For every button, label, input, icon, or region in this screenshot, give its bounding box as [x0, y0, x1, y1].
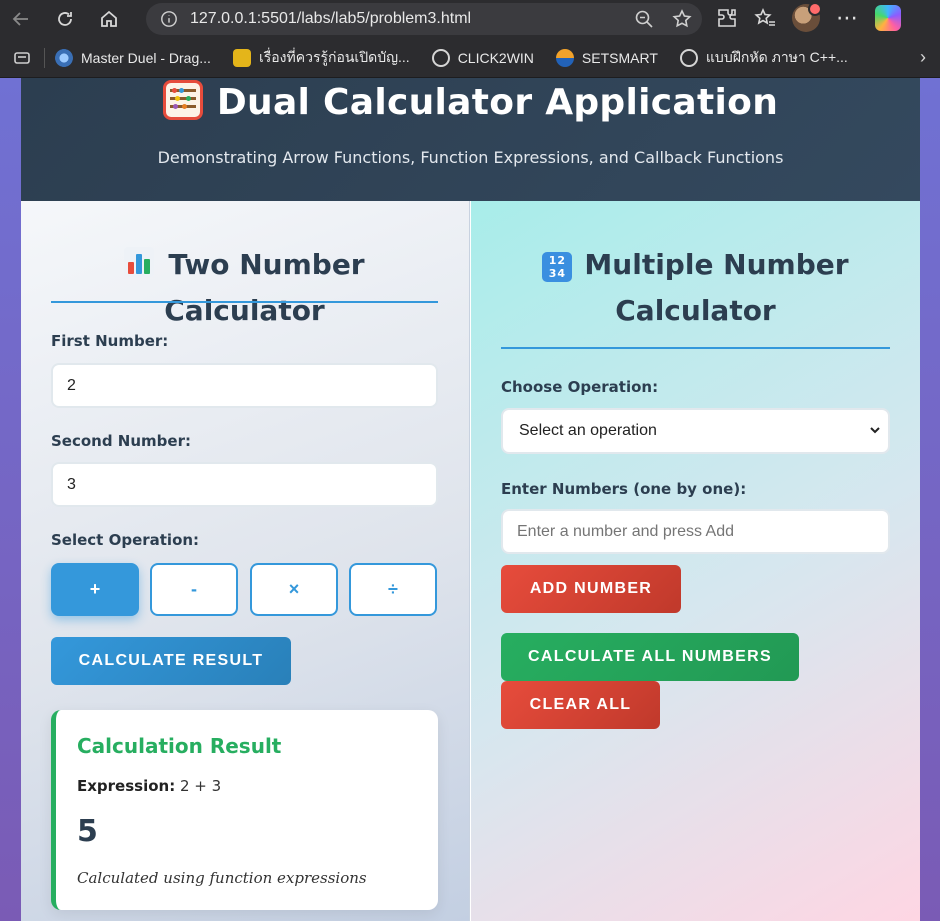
duel-favicon-icon: [55, 48, 73, 67]
page-header: Dual Calculator Application Demonstratin…: [21, 78, 920, 201]
multiple-number-title: 12 34 Multiple Number Calculator: [501, 242, 890, 334]
url-text[interactable]: 127.0.0.1:5501/labs/lab5/problem3.html: [190, 10, 471, 28]
page-title-text: Dual Calculator Application: [216, 82, 779, 123]
divide-operation-button[interactable]: ÷: [349, 563, 437, 616]
operation-select[interactable]: Select an operation: [501, 408, 890, 454]
clear-all-button[interactable]: CLEAR ALL: [501, 681, 660, 729]
multiple-title-line1: Multiple Number: [584, 248, 849, 281]
operation-select-value: Select an operation: [519, 422, 657, 439]
numbers-icon: 12 34: [542, 252, 573, 282]
result-note: Calculated using function expressions: [77, 869, 367, 887]
select-operation-label: Select Operation:: [51, 531, 200, 549]
bank-favicon-icon: [232, 48, 251, 67]
multiple-number-calculator-panel: 12 34 Multiple Number Calculator Choose Op…: [471, 201, 920, 921]
calculate-all-button[interactable]: CALCULATE ALL NUMBERS: [501, 633, 799, 681]
bookmark-cpp-exercise[interactable]: แบบฝึกหัด ภาษา C++...: [679, 47, 848, 69]
result-value: 5: [77, 814, 98, 849]
collections-icon[interactable]: [8, 44, 36, 72]
more-menu-icon[interactable]: ⋯: [836, 6, 859, 31]
two-number-calculator-panel: Two Number Calculator First Number: 2 Se…: [21, 201, 470, 921]
bookmark-click2win[interactable]: CLICK2WIN: [431, 48, 534, 67]
subtract-operation-button[interactable]: -: [150, 563, 238, 616]
result-card: Calculation Result Expression: 2 + 3 5 C…: [51, 710, 438, 910]
bookmark-setsmart[interactable]: SETSMART: [555, 48, 658, 67]
bookmarks-bar: Master Duel - Drag... เรื่องที่ควรรู้ก่อ…: [0, 38, 940, 78]
two-number-title: Two Number Calculator: [51, 242, 438, 334]
number-entry-input[interactable]: Enter a number and press Add: [501, 509, 890, 554]
zoom-icon[interactable]: [634, 9, 654, 29]
chevron-right-icon[interactable]: ›: [920, 47, 926, 68]
second-number-input[interactable]: 3: [51, 462, 438, 507]
two-number-title-text: Two Number Calculator: [164, 248, 365, 327]
favorite-star-icon[interactable]: [672, 9, 692, 29]
first-number-label: First Number:: [51, 332, 169, 350]
copilot-icon[interactable]: [875, 5, 901, 31]
refresh-icon[interactable]: [50, 4, 80, 34]
choose-operation-label: Choose Operation:: [501, 378, 659, 396]
address-bar[interactable]: 127.0.0.1:5501/labs/lab5/problem3.html: [146, 3, 702, 35]
bookmark-label: SETSMART: [581, 49, 658, 66]
add-operation-button[interactable]: +: [51, 563, 139, 616]
browser-toolbar: 127.0.0.1:5501/labs/lab5/problem3.html ⋯: [0, 0, 940, 38]
expression-label: Expression:: [77, 777, 176, 795]
bookmark-label: Master Duel - Drag...: [81, 49, 211, 66]
enter-numbers-label: Enter Numbers (one by one):: [501, 480, 747, 498]
extensions-icon[interactable]: [716, 7, 738, 29]
section-divider: [501, 347, 890, 349]
chevron-down-icon: [870, 427, 880, 434]
bookmark-label: CLICK2WIN: [457, 49, 534, 66]
profile-avatar[interactable]: [792, 2, 822, 32]
result-heading: Calculation Result: [77, 734, 282, 758]
calculate-result-button[interactable]: CALCULATE RESULT: [51, 637, 291, 685]
page-container: Dual Calculator Application Demonstratin…: [21, 78, 920, 921]
bookmark-separator: [44, 47, 45, 68]
result-expression: Expression: 2 + 3: [77, 777, 221, 795]
setsmart-favicon-icon: [555, 48, 574, 67]
expression-value: 2 + 3: [180, 777, 222, 795]
add-number-button[interactable]: ADD NUMBER: [501, 565, 681, 613]
globe-icon: [431, 48, 450, 67]
multiply-operation-button[interactable]: ×: [250, 563, 338, 616]
abacus-icon: [162, 80, 203, 120]
globe-icon: [679, 48, 698, 67]
bookmark-label: เรื่องที่ควรรู้ก่อนเปิดบัญ...: [258, 48, 410, 65]
page-subtitle: Demonstrating Arrow Functions, Function …: [157, 148, 784, 167]
favorites-icon[interactable]: [754, 7, 776, 29]
bar-chart-icon: [124, 247, 155, 277]
first-number-input[interactable]: 2: [51, 363, 438, 408]
home-icon[interactable]: [94, 4, 124, 34]
bookmark-master-duel[interactable]: Master Duel - Drag...: [55, 48, 211, 67]
page-title: Dual Calculator Application: [21, 80, 920, 123]
section-divider: [51, 301, 438, 303]
bookmark-bank-article[interactable]: เรื่องที่ควรรู้ก่อนเปิดบัญ...: [232, 47, 410, 69]
back-icon[interactable]: [6, 4, 36, 34]
second-number-label: Second Number:: [51, 432, 191, 450]
bookmark-label: แบบฝึกหัด ภาษา C++...: [705, 48, 848, 65]
multiple-title-line2: Calculator: [615, 294, 776, 327]
info-icon[interactable]: [160, 10, 178, 28]
